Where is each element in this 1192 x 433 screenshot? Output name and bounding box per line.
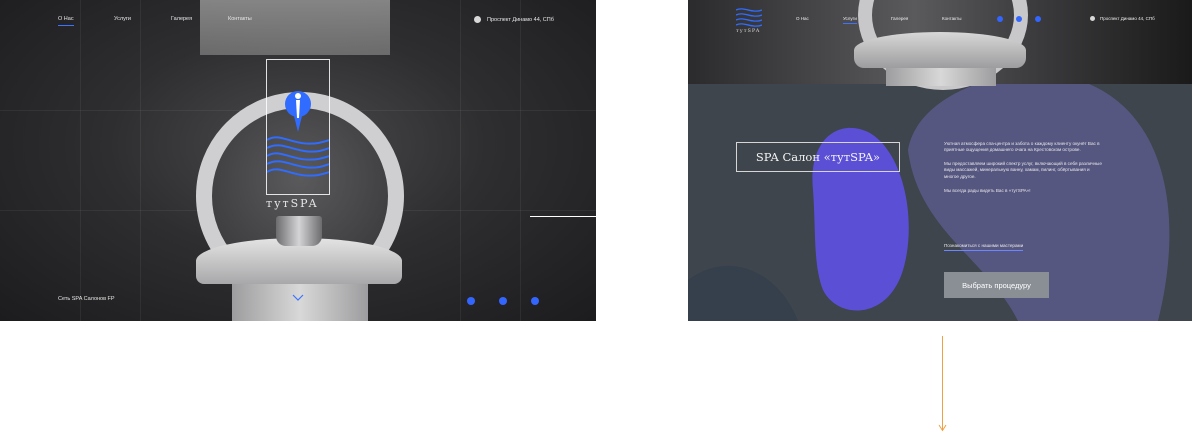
location-pin-icon (474, 16, 481, 23)
arrow-down-icon (938, 424, 947, 432)
address-text: Проспект Динамо 44, СПб (487, 16, 554, 23)
logo-frame (266, 59, 330, 195)
facebook-icon[interactable] (499, 297, 507, 305)
spa-logo-icon (736, 8, 762, 27)
address-text: Проспект Динамо 44, СПб (1100, 16, 1155, 21)
brand-logo-text: тутSPA (736, 28, 761, 34)
nav-contacts[interactable]: Контакты (942, 16, 961, 21)
bucket (276, 216, 322, 246)
nav-gallery[interactable]: Галерея (171, 16, 192, 22)
scroll-arrow-line (942, 336, 943, 430)
nav-about[interactable]: О Нас (58, 16, 74, 26)
brand-logo-text: тутSPA (266, 197, 319, 210)
instagram-icon[interactable] (531, 297, 539, 305)
header-photo-strip (688, 0, 1192, 90)
vk-icon[interactable] (467, 297, 475, 305)
nav-services[interactable]: Услуги (114, 16, 131, 22)
ceiling-light (200, 0, 390, 55)
description-paragraph: Уютная атмосфера спа-центра и забота о к… (944, 141, 1100, 153)
address-link[interactable]: Проспект Динамо 44, СПб (474, 16, 554, 23)
nav-contacts[interactable]: Контакты (228, 16, 252, 22)
choose-procedure-button[interactable]: Выбрать процедуру (944, 272, 1049, 298)
about-screen: тутSPA О Нас Услуги Галерея Контакты Про… (688, 0, 1192, 321)
hero-screen: О Нас Услуги Галерея Контакты Проспект Д… (0, 0, 596, 321)
basin (854, 32, 1026, 68)
page-title: SPA Салон «тутSPA» (736, 142, 900, 172)
vk-icon[interactable] (997, 16, 1003, 22)
nav-about[interactable]: О Нас (796, 16, 809, 21)
meet-masters-link[interactable]: Познакомиться с нашими мастерами (944, 243, 1024, 251)
tile-line (460, 0, 461, 321)
nav-services[interactable]: Услуги (843, 16, 857, 24)
description-paragraph: Мы предоставляем широкий спектр услуг, в… (944, 161, 1102, 179)
tile-line (520, 0, 521, 321)
footer-brand-text: Сеть SPA Салонов FP (58, 296, 115, 302)
chevron-down-icon[interactable] (292, 294, 304, 301)
instagram-icon[interactable] (1035, 16, 1041, 22)
description-paragraph: Мы всегда рады видеть Вас в «тутSPA»! (944, 188, 1031, 193)
tile-line (80, 0, 81, 321)
nav-gallery[interactable]: Галерея (891, 16, 908, 21)
address-link[interactable]: Проспект Динамо 44, СПб (1090, 16, 1155, 22)
tile-line (140, 0, 141, 321)
location-pin-icon (1090, 16, 1095, 22)
transition-arrow-line (530, 216, 596, 217)
facebook-icon[interactable] (1016, 16, 1022, 22)
spa-logo-icon (266, 91, 330, 177)
